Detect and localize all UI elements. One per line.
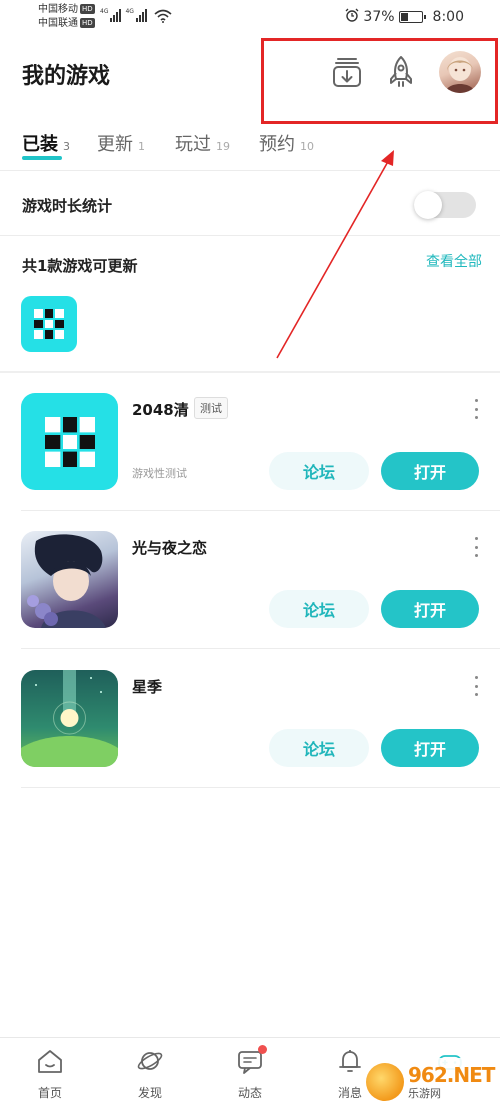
open-button[interactable]: 打开 [381, 452, 479, 490]
nav-feed[interactable]: 动态 [220, 1045, 280, 1101]
game-item-2048: 2048清 测试 游戏性测试 论坛 打开 [0, 393, 500, 531]
watermark-subtitle: 乐游网 [408, 1087, 441, 1100]
chat-icon [236, 1045, 267, 1078]
home-icon [36, 1048, 64, 1078]
nav-home[interactable]: 首页 [20, 1048, 80, 1101]
watermark-text: 962.NET 乐游网 [408, 1063, 495, 1101]
game-icon-light-and-night[interactable] [21, 531, 118, 628]
nav-discover[interactable]: 发现 [120, 1048, 180, 1101]
more-options-icon[interactable] [470, 676, 482, 696]
game-tag: 测试 [194, 397, 228, 419]
notification-dot [258, 1045, 267, 1054]
more-options-icon[interactable] [470, 399, 482, 419]
game-description: 游戏性测试 [132, 467, 187, 480]
section-divider [0, 371, 500, 373]
game-icon-2048[interactable] [21, 393, 118, 490]
forum-button[interactable]: 论坛 [269, 729, 369, 767]
nav-label: 发现 [137, 1086, 162, 1100]
open-button[interactable]: 打开 [381, 590, 479, 628]
divider [21, 787, 500, 788]
game-name: 2048清 [132, 401, 189, 419]
more-options-icon[interactable] [470, 537, 482, 557]
divider [21, 648, 500, 649]
planet-icon [136, 1048, 164, 1078]
divider [21, 510, 500, 511]
forum-button[interactable]: 论坛 [269, 452, 369, 490]
game-item-xingji: 星季 论坛 打开 [0, 670, 500, 808]
watermark-brand: 962.NET [408, 1063, 495, 1087]
nav-label: 消息 [337, 1086, 362, 1100]
game-item-light-and-night: 光与夜之恋 论坛 打开 [0, 531, 500, 669]
game-name: 光与夜之恋 [132, 539, 208, 557]
forum-button[interactable]: 论坛 [269, 590, 369, 628]
watermark-logo-icon [366, 1063, 404, 1101]
nav-label: 动态 [237, 1086, 262, 1100]
open-button[interactable]: 打开 [381, 729, 479, 767]
nav-label: 首页 [37, 1086, 62, 1100]
watermark: 962.NET 乐游网 [362, 1058, 496, 1106]
game-name: 星季 [132, 678, 163, 696]
bell-icon [336, 1048, 364, 1078]
game-icon-xingji[interactable] [21, 670, 118, 767]
